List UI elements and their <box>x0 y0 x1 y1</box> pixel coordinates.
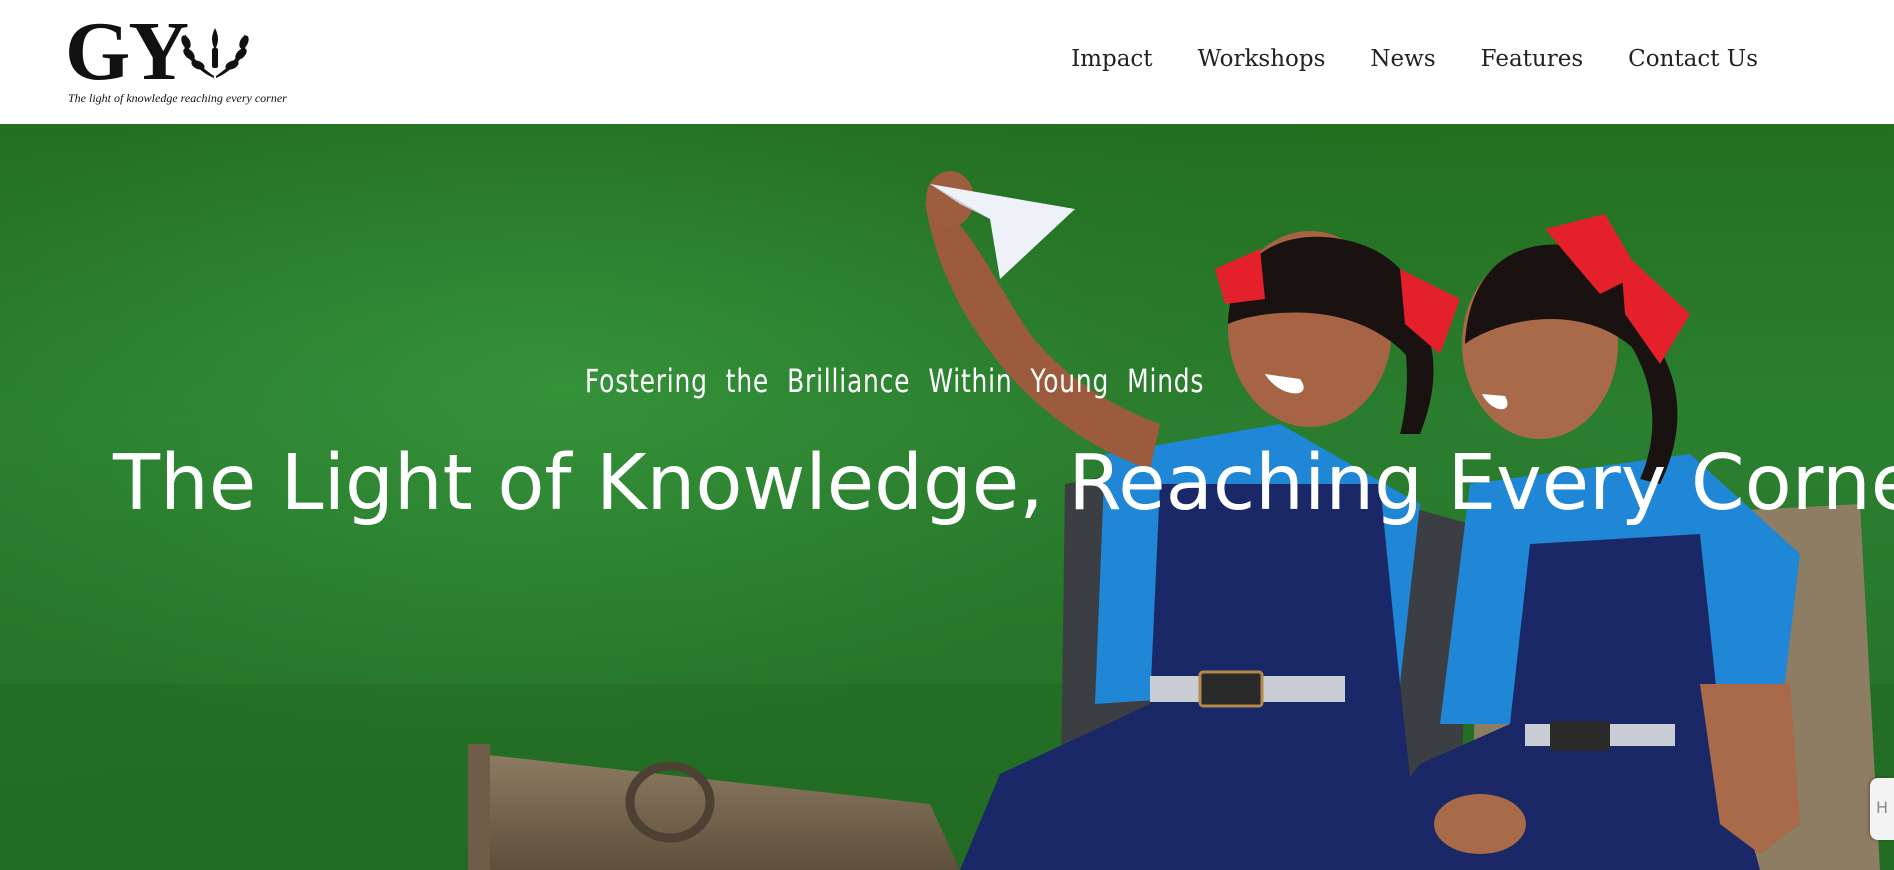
nav-item-contact-us[interactable]: Contact Us <box>1628 46 1758 72</box>
site-header: GY The light of knowledge reaching every… <box>0 0 1894 124</box>
main-nav: Impact Workshops News Features Contact U… <box>1071 46 1758 72</box>
nav-item-workshops[interactable]: Workshops <box>1198 46 1326 72</box>
logo-mark: GY <box>65 5 189 98</box>
nav-item-impact[interactable]: Impact <box>1071 46 1152 72</box>
logo-tagline: The light of knowledge reaching every co… <box>68 91 287 105</box>
hero-title: The Light of Knowledge, Reaching Every C… <box>113 439 1894 528</box>
nav-item-features[interactable]: Features <box>1481 46 1584 72</box>
site-logo[interactable]: GY The light of knowledge reaching every… <box>65 10 305 110</box>
hero-subtitle: Fostering the Brilliance Within Young Mi… <box>584 362 1205 400</box>
nav-item-news[interactable]: News <box>1370 46 1435 72</box>
hero-banner: Fostering the Brilliance Within Young Mi… <box>0 124 1894 870</box>
accessibility-tab[interactable]: H <box>1870 778 1894 840</box>
laurel-torch-icon <box>181 28 249 78</box>
accessibility-icon: H <box>1876 798 1889 817</box>
